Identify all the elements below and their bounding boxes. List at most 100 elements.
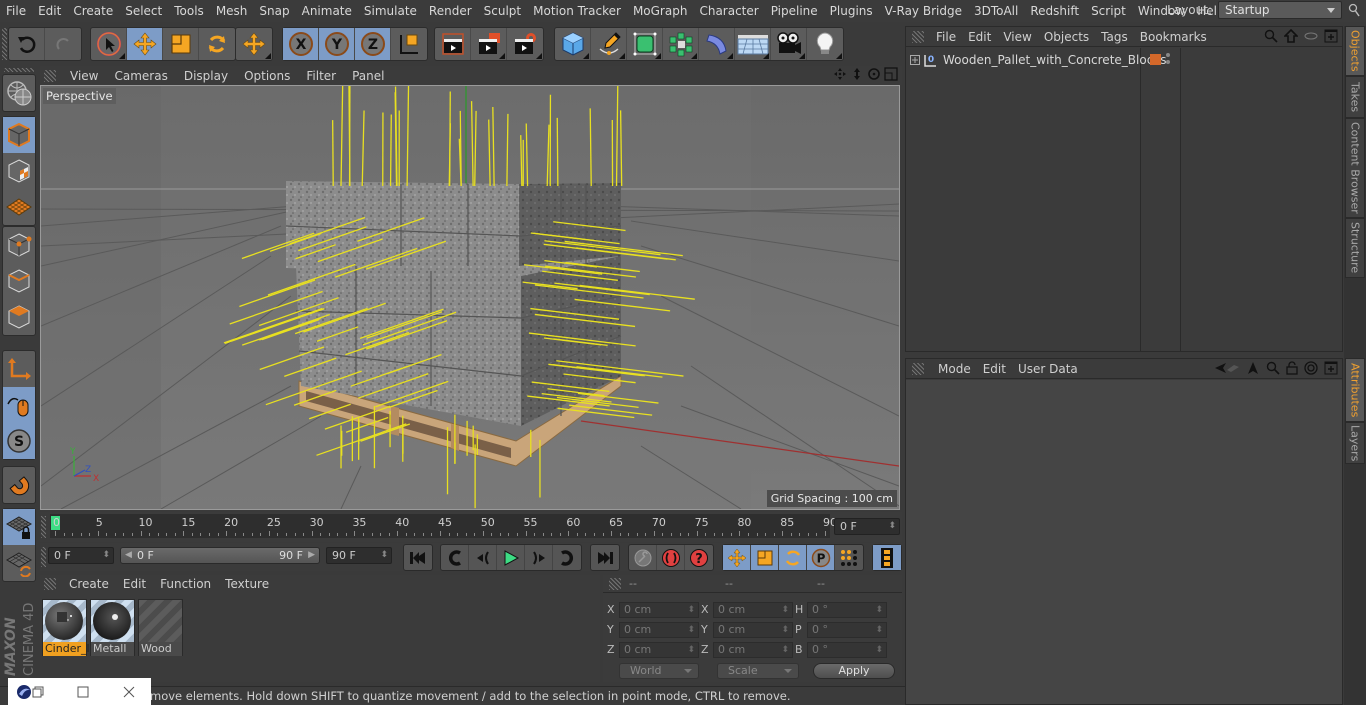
floor-button[interactable] — [735, 28, 771, 60]
coordinate-system-button[interactable] — [391, 28, 427, 60]
size-y-field[interactable]: 0 cm — [713, 621, 793, 638]
menu-file[interactable]: File — [0, 4, 32, 18]
maximize-view-icon[interactable] — [884, 67, 898, 81]
material-grip[interactable] — [44, 578, 56, 590]
menu-select[interactable]: Select — [119, 4, 168, 18]
pen-button[interactable] — [591, 28, 627, 60]
position-x-field[interactable]: 0 cm — [619, 601, 699, 618]
camera-button[interactable] — [771, 28, 807, 60]
attribute-manager-grip[interactable] — [912, 362, 924, 375]
range-right-arrow[interactable]: ▶ — [308, 548, 315, 563]
close-icon[interactable] — [123, 686, 135, 698]
viewport-menu-panel[interactable]: Panel — [344, 69, 392, 83]
editor-visibility-dot[interactable] — [1166, 53, 1170, 57]
coordinates-grip[interactable] — [609, 577, 621, 590]
live-selection-button[interactable] — [91, 28, 127, 60]
target-icon[interactable] — [1304, 361, 1318, 375]
material-cinder[interactable]: Cinder_l — [42, 599, 90, 656]
coordinate-mode-dropdown[interactable]: Scale — [717, 663, 799, 679]
menu-sculpt[interactable]: Sculpt — [478, 4, 527, 18]
menu-3dtoall[interactable]: 3DToAll — [968, 4, 1024, 18]
new-panel-icon[interactable] — [1324, 29, 1338, 43]
render-visibility-dot[interactable] — [1166, 60, 1170, 64]
frame-range-slider[interactable]: ◀ 0 F 90 F ▶ — [120, 547, 320, 564]
object-menu-file[interactable]: File — [930, 30, 962, 44]
attribute-menu-edit[interactable]: Edit — [977, 362, 1012, 376]
current-frame-field[interactable]: 0 F — [834, 518, 900, 535]
pan-view-icon[interactable] — [833, 67, 847, 81]
menu-mesh[interactable]: Mesh — [210, 4, 254, 18]
layer-color-swatch[interactable] — [1150, 54, 1161, 65]
menu-redshift[interactable]: Redshift — [1024, 4, 1085, 18]
deformer-button[interactable] — [699, 28, 735, 60]
size-x-field[interactable]: 0 cm — [713, 601, 793, 618]
redo-button[interactable] — [45, 28, 81, 60]
key-pla-button[interactable] — [835, 545, 863, 570]
tab-takes[interactable]: Takes — [1345, 76, 1365, 118]
position-y-field[interactable]: 0 cm — [619, 621, 699, 638]
toolbar-grip[interactable] — [2, 28, 7, 60]
goto-end-button[interactable] — [591, 545, 619, 570]
3d-viewport[interactable]: Y X Z Perspective Grid Spacing : 100 cm — [40, 85, 900, 510]
next-frame-button[interactable] — [525, 545, 553, 570]
object-menu-bookmarks[interactable]: Bookmarks — [1134, 30, 1213, 44]
polygons-mode-button[interactable] — [3, 299, 35, 335]
render-settings-button[interactable] — [507, 28, 543, 60]
scale-button[interactable] — [163, 28, 199, 60]
viewport-grip[interactable] — [44, 69, 56, 82]
play-button[interactable] — [497, 545, 525, 570]
cinema4d-app-icon[interactable] — [16, 684, 32, 700]
key-rotation-button[interactable] — [779, 545, 807, 570]
viewport-menu-options[interactable]: Options — [236, 69, 298, 83]
position-z-field[interactable]: 0 cm — [619, 641, 699, 658]
material-menu-function[interactable]: Function — [153, 577, 218, 591]
key-position-button[interactable] — [723, 545, 751, 570]
home-icon[interactable] — [1284, 29, 1298, 43]
menu-plugins[interactable]: Plugins — [824, 4, 879, 18]
object-menu-view[interactable]: View — [997, 30, 1037, 44]
axis-mode-button[interactable] — [3, 351, 35, 387]
timeline-grip[interactable] — [41, 516, 46, 538]
timeline-ruler[interactable]: 0 5 10 15 20 25 30 35 40 45 50 55 60 65 70 75 80 85 90 — [50, 514, 837, 538]
menu-create[interactable]: Create — [67, 4, 119, 18]
render-picture-viewer-button[interactable] — [471, 28, 507, 60]
texture-mode-button[interactable] — [3, 153, 35, 189]
snap-button[interactable] — [3, 467, 35, 503]
restore-icon[interactable] — [32, 686, 44, 698]
x-axis-button[interactable]: X — [283, 28, 319, 60]
solo-button[interactable]: S — [3, 423, 35, 459]
back-arrow-icon[interactable] — [1214, 361, 1240, 375]
material-menu-create[interactable]: Create — [62, 577, 116, 591]
prev-key-button[interactable] — [441, 545, 469, 570]
apply-button[interactable]: Apply — [813, 663, 895, 679]
tweak-mode-button[interactable] — [3, 387, 35, 423]
material-wood[interactable]: Wood — [138, 599, 183, 656]
menu-character[interactable]: Character — [693, 4, 764, 18]
layout-dropdown[interactable]: Startup — [1218, 1, 1342, 19]
recent-tool-button[interactable] — [236, 28, 272, 60]
object-manager-grip[interactable] — [912, 30, 924, 43]
material-menu-edit[interactable]: Edit — [116, 577, 153, 591]
edges-mode-button[interactable] — [3, 263, 35, 299]
expand-icon[interactable] — [910, 55, 920, 65]
subdivision-button[interactable] — [627, 28, 663, 60]
tab-structure[interactable]: Structure — [1345, 218, 1365, 278]
object-menu-objects[interactable]: Objects — [1038, 30, 1095, 44]
cube-button[interactable] — [555, 28, 591, 60]
rotation-h-field[interactable]: 0 ° — [807, 601, 887, 618]
end-frame-field[interactable]: 90 F — [326, 547, 392, 564]
object-menu-tags[interactable]: Tags — [1095, 30, 1134, 44]
range-left-arrow[interactable]: ◀ — [125, 548, 132, 563]
tab-objects[interactable]: Objects — [1345, 26, 1365, 76]
timeline-window-button[interactable] — [873, 545, 901, 570]
camera-label[interactable]: Perspective — [43, 88, 116, 104]
goto-start-button[interactable] — [404, 545, 432, 570]
z-axis-button[interactable]: Z — [355, 28, 391, 60]
rotate-view-icon[interactable] — [867, 67, 881, 81]
prev-frame-button[interactable] — [469, 545, 497, 570]
search-icon[interactable] — [1264, 29, 1278, 43]
model-mode-button[interactable] — [3, 117, 35, 153]
keyframe-selection-button[interactable]: ? — [685, 545, 713, 570]
tab-attributes[interactable]: Attributes — [1345, 358, 1365, 422]
material-metall[interactable]: Metall — [90, 599, 135, 656]
